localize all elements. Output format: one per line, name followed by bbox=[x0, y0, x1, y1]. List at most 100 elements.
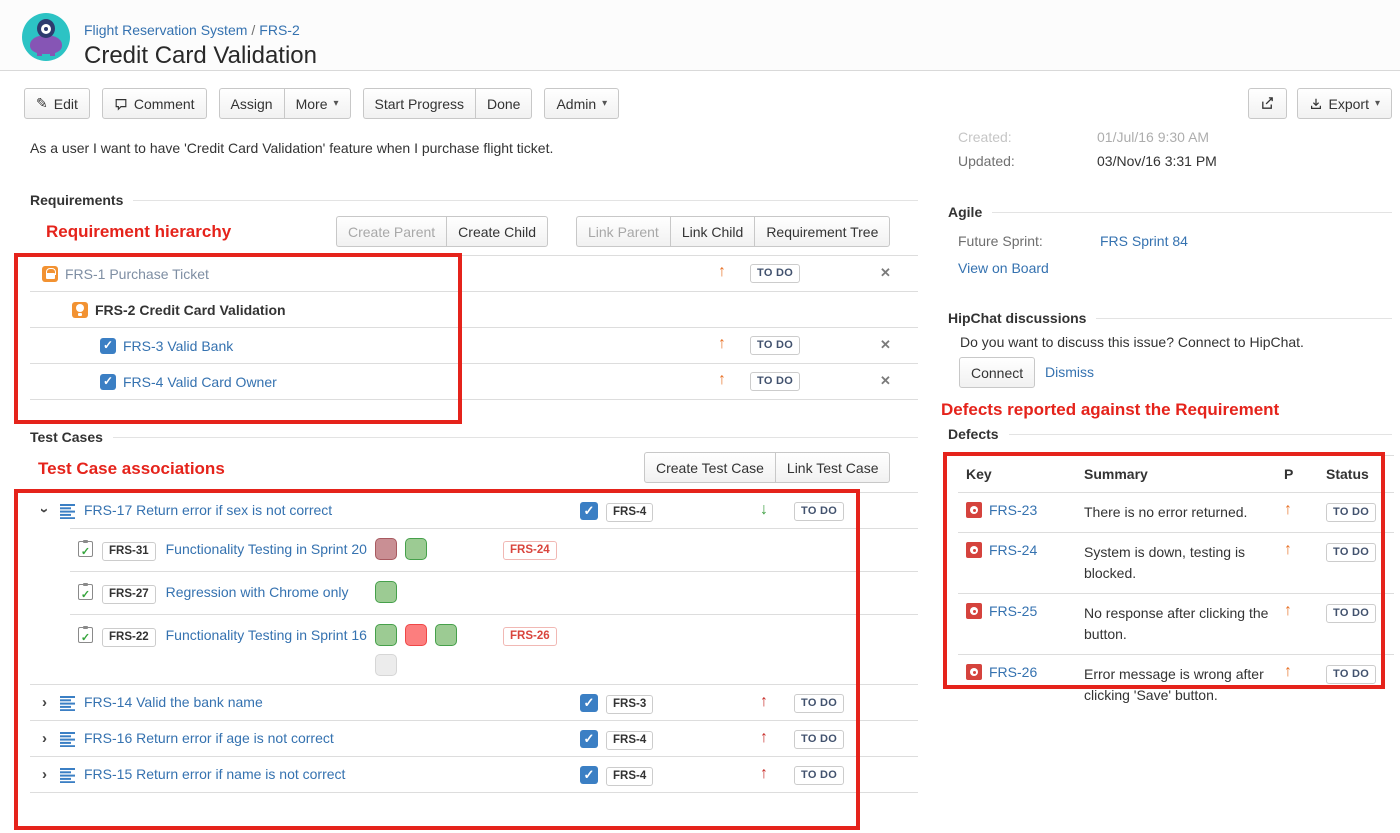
assign-button[interactable]: Assign bbox=[219, 88, 284, 119]
status-badge: TO DO bbox=[1326, 503, 1376, 522]
test-run-row: FRS-27 Regression with Chrome only bbox=[70, 571, 918, 614]
view-on-board-link[interactable]: View on Board bbox=[958, 260, 1049, 276]
agile-section-header: Agile bbox=[948, 204, 1392, 220]
done-button[interactable]: Done bbox=[475, 88, 532, 119]
run-status-square[interactable] bbox=[405, 538, 427, 560]
run-status-square[interactable] bbox=[375, 538, 397, 560]
more-button[interactable]: More▾ bbox=[284, 88, 351, 119]
breadcrumb: Flight Reservation System/FRS-2 bbox=[84, 22, 300, 38]
requirement-row-current: FRS-2 Credit Card Validation bbox=[30, 291, 918, 327]
column-header-summary: Summary bbox=[1084, 466, 1284, 482]
current-requirement-label: FRS-2 Credit Card Validation bbox=[95, 302, 286, 318]
covered-requirement-tag[interactable]: FRS-4 bbox=[606, 731, 653, 750]
hipchat-dismiss-link[interactable]: Dismiss bbox=[1045, 364, 1094, 380]
defect-link[interactable]: FRS-25 bbox=[989, 603, 1037, 619]
run-status-square[interactable] bbox=[375, 624, 397, 646]
requirement-row: FRS-1 Purchase Ticket ↑ TO DO ✕ bbox=[30, 255, 918, 291]
admin-button[interactable]: Admin▾ bbox=[544, 88, 619, 119]
defect-row: FRS-25 No response after clicking the bu… bbox=[958, 593, 1394, 654]
defect-tag[interactable]: FRS-24 bbox=[503, 541, 557, 560]
checkbox-requirement-icon bbox=[100, 338, 116, 354]
test-case-link[interactable]: FRS-17 Return error if sex is not correc… bbox=[84, 502, 332, 518]
expand-chevron-icon[interactable]: › bbox=[42, 694, 47, 711]
test-case-list-icon bbox=[60, 695, 76, 711]
breadcrumb-separator: / bbox=[251, 22, 255, 38]
create-test-case-button[interactable]: Create Test Case bbox=[644, 452, 775, 483]
test-case-link[interactable]: FRS-15 Return error if name is not corre… bbox=[84, 766, 345, 782]
breadcrumb-project-link[interactable]: Flight Reservation System bbox=[84, 22, 247, 38]
remove-link-icon[interactable]: ✕ bbox=[880, 373, 891, 389]
link-child-button[interactable]: Link Child bbox=[670, 216, 754, 247]
hipchat-prompt: Do you want to discuss this issue? Conne… bbox=[960, 334, 1304, 350]
share-button[interactable] bbox=[1248, 88, 1287, 119]
remove-link-icon[interactable]: ✕ bbox=[880, 337, 891, 353]
link-test-case-button[interactable]: Link Test Case bbox=[775, 452, 891, 483]
bug-icon bbox=[966, 603, 982, 619]
covered-requirement-tag[interactable]: FRS-4 bbox=[606, 767, 653, 786]
requirement-lock-icon bbox=[42, 266, 58, 282]
column-header-key: Key bbox=[966, 466, 1084, 482]
column-header-status: Status bbox=[1326, 466, 1394, 482]
priority-up-icon: ↑ bbox=[760, 766, 768, 782]
collapse-chevron-icon[interactable]: › bbox=[36, 508, 53, 513]
test-run-results bbox=[375, 581, 461, 603]
bug-icon bbox=[966, 664, 982, 680]
requirement-link[interactable]: FRS-4 Valid Card Owner bbox=[123, 374, 277, 390]
requirement-link[interactable]: FRS-3 Valid Bank bbox=[123, 338, 233, 354]
run-status-square[interactable] bbox=[435, 624, 457, 646]
future-sprint-link[interactable]: FRS Sprint 84 bbox=[1100, 233, 1188, 249]
requirement-link[interactable]: FRS-1 Purchase Ticket bbox=[65, 266, 209, 282]
chevron-down-icon: ▾ bbox=[1375, 98, 1380, 109]
priority-up-icon: ↑ bbox=[718, 372, 726, 388]
hipchat-connect-button[interactable]: Connect bbox=[959, 357, 1035, 388]
status-badge: TO DO bbox=[750, 372, 800, 391]
annotation-test-case-associations: Test Case associations bbox=[38, 459, 225, 479]
defect-row: FRS-23 There is no error returned. ↑ TO … bbox=[958, 492, 1394, 532]
edit-button[interactable]: ✎Edit bbox=[24, 88, 90, 119]
create-parent-button[interactable]: Create Parent bbox=[336, 216, 446, 247]
test-run-link[interactable]: Functionality Testing in Sprint 16 bbox=[166, 627, 367, 643]
issue-header: Flight Reservation System/FRS-2 Credit C… bbox=[0, 0, 1400, 71]
export-button[interactable]: Export▾ bbox=[1297, 88, 1393, 119]
expand-chevron-icon[interactable]: › bbox=[42, 730, 47, 747]
updated-label: Updated: bbox=[958, 153, 1015, 169]
test-case-link[interactable]: FRS-14 Valid the bank name bbox=[84, 694, 263, 710]
priority-up-icon: ↑ bbox=[1284, 603, 1326, 619]
transition-button-group: Start Progress Done bbox=[363, 88, 533, 119]
start-progress-button[interactable]: Start Progress bbox=[363, 88, 475, 119]
export-download-icon bbox=[1309, 97, 1323, 111]
monster-head-icon bbox=[37, 19, 55, 38]
status-badge: TO DO bbox=[794, 766, 844, 785]
requirement-tree-button[interactable]: Requirement Tree bbox=[754, 216, 890, 247]
defect-tag[interactable]: FRS-26 bbox=[503, 627, 557, 646]
breadcrumb-issue-link[interactable]: FRS-2 bbox=[259, 22, 299, 38]
expand-chevron-icon[interactable]: › bbox=[42, 766, 47, 783]
run-status-square[interactable] bbox=[375, 654, 397, 676]
covered-requirement-tag[interactable]: FRS-3 bbox=[606, 695, 653, 714]
test-run-results bbox=[375, 538, 461, 560]
test-run-key-tag[interactable]: FRS-22 bbox=[102, 628, 156, 647]
bug-icon bbox=[966, 502, 982, 518]
requirement-row: FRS-3 Valid Bank ↑ TO DO ✕ bbox=[30, 327, 918, 363]
comment-button[interactable]: Comment bbox=[102, 88, 207, 119]
test-run-key-tag[interactable]: FRS-31 bbox=[102, 542, 156, 561]
annotation-requirement-hierarchy: Requirement hierarchy bbox=[46, 222, 231, 242]
run-status-square[interactable] bbox=[405, 624, 427, 646]
create-child-button[interactable]: Create Child bbox=[446, 216, 548, 247]
defect-link[interactable]: FRS-23 bbox=[989, 502, 1037, 518]
test-run-link[interactable]: Regression with Chrome only bbox=[166, 584, 349, 600]
updated-value: 03/Nov/16 3:31 PM bbox=[1097, 153, 1217, 169]
defect-link[interactable]: FRS-26 bbox=[989, 664, 1037, 680]
test-run-link[interactable]: Functionality Testing in Sprint 20 bbox=[166, 541, 367, 557]
column-header-priority: P bbox=[1284, 466, 1326, 482]
covered-requirement-tag[interactable]: FRS-4 bbox=[606, 503, 653, 522]
run-status-square[interactable] bbox=[375, 581, 397, 603]
status-badge: TO DO bbox=[794, 502, 844, 521]
test-case-link[interactable]: FRS-16 Return error if age is not correc… bbox=[84, 730, 334, 746]
link-parent-button[interactable]: Link Parent bbox=[576, 216, 670, 247]
remove-link-icon[interactable]: ✕ bbox=[880, 265, 891, 281]
defect-link[interactable]: FRS-24 bbox=[989, 542, 1037, 558]
test-case-row: › FRS-16 Return error if age is not corr… bbox=[30, 720, 918, 756]
workflow-button-group: Assign More▾ bbox=[219, 88, 351, 119]
test-run-key-tag[interactable]: FRS-27 bbox=[102, 585, 156, 604]
